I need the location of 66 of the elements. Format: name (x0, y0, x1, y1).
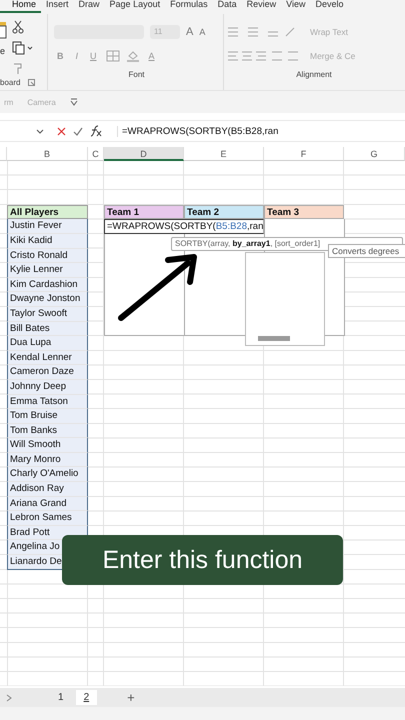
customize-toolbar-icon[interactable] (70, 98, 78, 106)
grow-font-button[interactable]: A (186, 26, 194, 38)
table-header: Team 3 (264, 204, 344, 220)
table-cell: Charly O'Amelio (7, 467, 88, 482)
sheet-tab[interactable]: 1 (50, 690, 72, 705)
ribbon-tab[interactable]: Develo (310, 0, 349, 11)
table-cell: Johnny Deep (7, 380, 88, 394)
ribbon-tab[interactable]: Formulas (165, 0, 213, 11)
table-cell: Ariana Grand (7, 496, 88, 512)
table-cell: Cristo Ronald (7, 248, 88, 264)
table-cell: Addison Ray (7, 482, 88, 497)
check-icon[interactable] (73, 126, 83, 136)
cell-editor[interactable]: =WRAPROWS(SORTBY(B5:B28,ran (104, 219, 264, 234)
cancel-icon[interactable] (57, 126, 66, 136)
ribbon-tab[interactable]: View (281, 0, 310, 11)
table-cell: Dwayne Jonston (7, 292, 88, 307)
function-icon[interactable] (90, 125, 102, 137)
group-label: Font (128, 70, 144, 78)
table-cell: Taylor Swooft (7, 306, 88, 322)
table-header: All Players (7, 204, 88, 220)
borders-icon[interactable] (106, 50, 120, 62)
shrink-font-button[interactable]: A (199, 27, 206, 37)
dialog-launcher-icon[interactable] (28, 78, 36, 86)
paste-label[interactable]: e (0, 46, 8, 56)
fill-color-icon[interactable] (126, 50, 140, 62)
chevron-right-icon[interactable] (6, 694, 12, 702)
column-header[interactable]: C (88, 147, 104, 161)
chevron-down-icon (36, 128, 44, 134)
table-cell: Mary Monro (7, 452, 88, 468)
table-cell: Emma Tatson (7, 394, 88, 410)
table-cell: Kendal Lenner (7, 350, 88, 366)
table-cell: Justin Fever (7, 219, 88, 234)
table-header: Team 1 (104, 204, 184, 220)
sheet-tab[interactable]: 2 (76, 690, 98, 705)
autocomplete-list[interactable] (245, 252, 325, 346)
ribbon-tab[interactable]: Review (242, 0, 282, 11)
column-header[interactable]: G (344, 147, 405, 161)
ribbon-tab[interactable]: Page Layout (104, 0, 166, 11)
ribbon-tab[interactable]: Data (212, 0, 242, 11)
column-header[interactable]: F (264, 147, 344, 161)
formula-input[interactable]: =WRAPROWS(SORTBY(B5:B28,ran (117, 126, 278, 136)
justify-icons[interactable] (228, 50, 300, 62)
table-cell: Kylie Lenner (7, 263, 88, 278)
copy-icon[interactable] (12, 41, 34, 55)
caption-banner: Enter this function (62, 535, 343, 585)
table-cell: Cameron Daze (7, 365, 88, 380)
add-sheet-button[interactable]: + (127, 690, 135, 705)
table-cell: Lebron Sames (7, 511, 88, 526)
group-label: board (0, 78, 20, 86)
column-header[interactable]: E (184, 147, 264, 161)
table-cell: Tom Bruise (7, 409, 88, 424)
scrollbar-thumb[interactable] (258, 336, 290, 341)
table-cell: Bill Bates (7, 322, 88, 336)
table-cell: Tom Banks (7, 424, 88, 438)
arrow-icon (116, 251, 200, 323)
cut-icon[interactable] (12, 20, 24, 34)
ribbon-tab[interactable]: Draw (74, 0, 105, 11)
column-header[interactable]: B (7, 147, 88, 161)
table-header: Team 2 (184, 204, 264, 220)
table-cell: Kiki Kadid (7, 234, 88, 249)
table-cell: Dua Lupa (7, 336, 88, 351)
group-label: Alignment (296, 70, 332, 78)
ribbon-tab[interactable]: Insert (41, 0, 74, 11)
table-cell: Kim Cardashion (7, 278, 88, 292)
table-cell: Will Smooth (7, 438, 88, 453)
column-header[interactable]: D (104, 147, 184, 161)
